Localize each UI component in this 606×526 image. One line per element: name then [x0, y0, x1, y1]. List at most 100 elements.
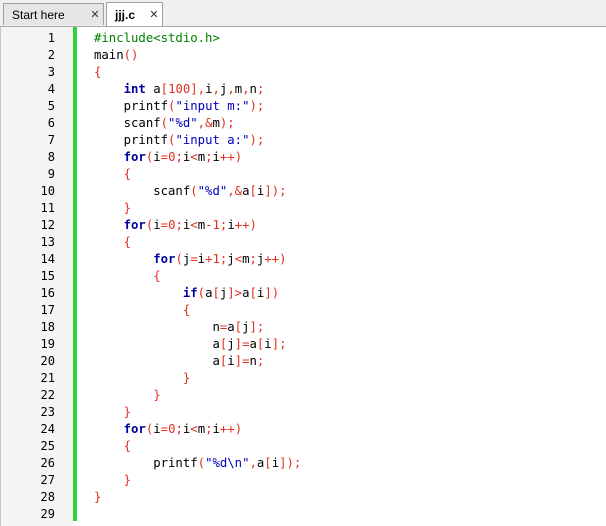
code-token: ++) [264, 252, 287, 266]
code-token: printf [94, 133, 169, 147]
code-token: [ [234, 320, 243, 334]
code-text: a[i]=n; [94, 353, 264, 370]
code-token: ]; [249, 320, 265, 334]
code-token: [ [212, 286, 220, 300]
code-token: a [145, 82, 161, 96]
code-text: { [94, 64, 101, 81]
code-token: < [234, 252, 243, 266]
line-number: 26 [40, 456, 55, 470]
line-number: 13 [40, 235, 55, 249]
code-token: j [227, 337, 235, 351]
code-text: } [94, 370, 190, 387]
close-tab-icon[interactable]: ✕ [146, 8, 162, 21]
code-token: i [227, 354, 235, 368]
code-token: { [153, 269, 161, 283]
code-token: for [153, 252, 176, 266]
line-number: 23 [40, 405, 55, 419]
line-number: 6 [47, 116, 55, 130]
code-token: } [123, 405, 132, 419]
code-token: "input a:" [175, 133, 250, 147]
code-token: ]= [234, 337, 250, 351]
code-text: scanf("%d",&a[i]); [94, 183, 286, 200]
code-token: i [264, 337, 272, 351]
code-token: ], [190, 82, 206, 96]
code-token: ]) [264, 286, 280, 300]
code-token: for [123, 422, 146, 436]
code-token: ,& [227, 184, 243, 198]
line-number: 17 [40, 303, 55, 317]
code-token: "input m:" [175, 99, 250, 113]
code-text: } [94, 489, 101, 506]
code-token: ; [205, 422, 213, 436]
code-token: ); [219, 116, 235, 130]
tab-start-here[interactable]: Start here ✕ [3, 3, 104, 25]
code-token: n [249, 82, 257, 96]
code-text: #include<stdio.h> [94, 30, 220, 47]
code-text: for(i=0;i<m;i++) [94, 149, 243, 166]
code-token: ; [175, 422, 183, 436]
code-token: ( [175, 252, 183, 266]
line-number: 18 [40, 320, 55, 334]
code-text: scanf("%d",&m); [94, 115, 235, 132]
code-token: i [153, 218, 161, 232]
code-token: a [94, 354, 220, 368]
code-token: i [227, 218, 235, 232]
code-token: j [227, 252, 235, 266]
code-token: { [94, 65, 102, 79]
code-token: n [94, 320, 220, 334]
line-number: 11 [40, 201, 55, 215]
code-token: a [227, 320, 235, 334]
code-token: i [212, 422, 220, 436]
code-token: { [123, 167, 132, 181]
code-token: a [249, 337, 257, 351]
code-token: i [153, 150, 161, 164]
code-text: { [94, 268, 161, 285]
tab-bar: Start here ✕ jjj.c ✕ [0, 0, 606, 27]
code-token: ++) [234, 218, 257, 232]
code-token: m [242, 252, 250, 266]
code-token: ]); [279, 456, 302, 470]
code-token: ; [175, 218, 183, 232]
code-token: [ [264, 456, 272, 470]
code-token: ]> [227, 286, 243, 300]
code-text: printf("input m:"); [94, 98, 265, 115]
code-token: main [94, 48, 124, 62]
code-token: 1 [212, 218, 220, 232]
line-number: 15 [40, 269, 55, 283]
code-text: } [94, 387, 160, 404]
code-token: m [212, 116, 220, 130]
code-token: } [94, 490, 102, 504]
code-token: = [160, 422, 169, 436]
code-token: i [205, 82, 213, 96]
close-tab-icon[interactable]: ✕ [87, 8, 103, 21]
code-token: [ [249, 184, 257, 198]
code-token: < [190, 218, 198, 232]
code-text: for(i=0;i<m-1;i++) [94, 217, 257, 234]
code-text: { [94, 438, 131, 455]
code-token: i [153, 422, 161, 436]
line-number: 22 [40, 388, 55, 402]
line-number: 29 [40, 507, 55, 521]
code-token: if [182, 286, 198, 300]
code-token: ++) [219, 150, 243, 164]
line-number: 25 [40, 439, 55, 453]
tab-label: Start here [12, 7, 65, 22]
code-editor[interactable]: 1 #include<stdio.h> 2 main() 3{4 int a[100],… [0, 27, 606, 526]
tab-jjj-c[interactable]: jjj.c ✕ [106, 2, 163, 26]
code-token: { [123, 439, 132, 453]
code-token: ; [256, 82, 265, 96]
code-token: , [242, 82, 250, 96]
code-token: scanf [94, 116, 161, 130]
code-token: int [123, 82, 146, 96]
code-token: "%d\n" [205, 456, 250, 470]
code-token: ); [249, 99, 265, 113]
